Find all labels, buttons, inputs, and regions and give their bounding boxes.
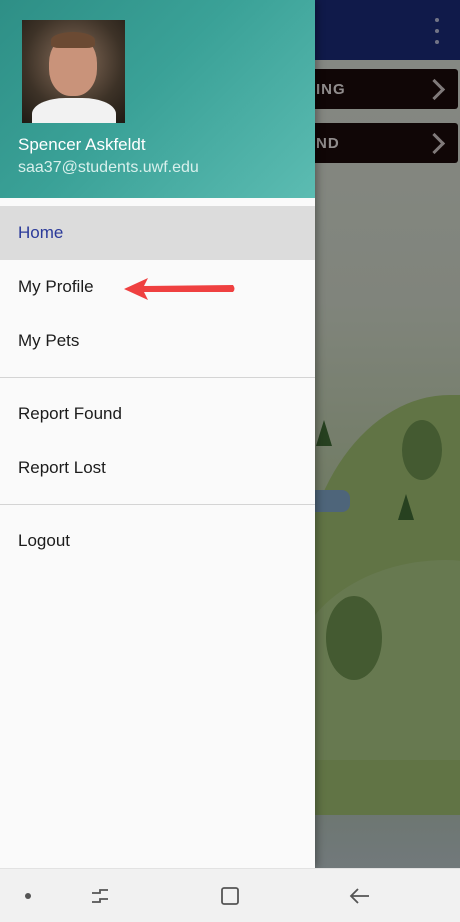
home-icon[interactable] [218,884,242,908]
system-nav-bar [0,868,460,922]
avatar[interactable] [22,20,125,123]
menu-item-logout[interactable]: Logout [0,514,315,568]
drawer-header: Spencer Askfeldt saa37@students.uwf.edu [0,0,315,198]
divider [0,504,315,505]
divider [0,377,315,378]
menu-item-report-lost[interactable]: Report Lost [0,441,315,495]
menu-item-home[interactable]: Home [0,206,315,260]
screen: ING ND Spencer Askfeldt saa37@students.u… [0,0,460,922]
menu-item-report-found[interactable]: Report Found [0,387,315,441]
annotation-arrow-icon [124,278,235,300]
drawer-menu: Home My Profile My Pets Report Found Rep… [0,206,315,568]
user-name: Spencer Askfeldt [18,135,146,154]
user-email: saa37@students.uwf.edu [18,159,199,176]
navigation-drawer: Spencer Askfeldt saa37@students.uwf.edu … [0,0,315,868]
menu-item-my-pets[interactable]: My Pets [0,314,315,368]
recent-apps-icon[interactable] [88,884,112,908]
back-icon[interactable] [348,884,372,908]
dot-icon[interactable] [25,893,31,899]
